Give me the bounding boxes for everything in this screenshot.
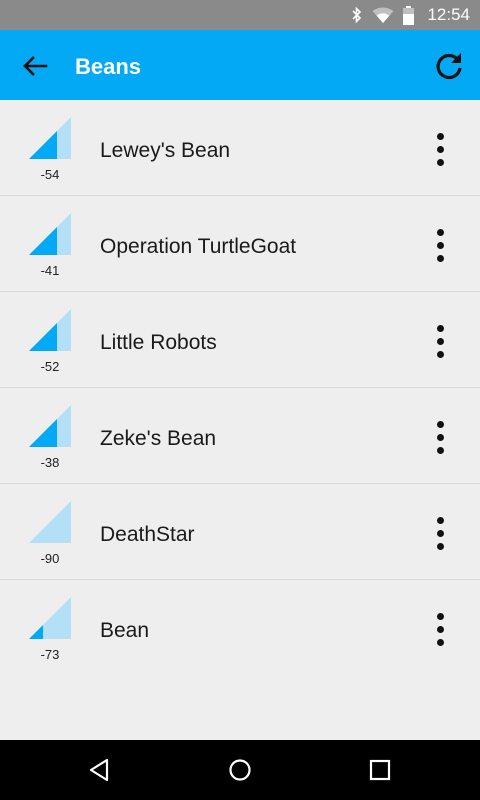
overflow-menu-button[interactable] bbox=[430, 325, 450, 359]
menu-dot-icon bbox=[437, 146, 444, 153]
bean-name: DeathStar bbox=[100, 523, 195, 546]
wifi-icon bbox=[372, 7, 394, 23]
menu-dot-icon bbox=[437, 613, 444, 620]
nav-home-button[interactable] bbox=[225, 755, 255, 785]
menu-dot-icon bbox=[437, 639, 444, 646]
menu-dot-icon bbox=[437, 543, 444, 550]
overflow-menu-button[interactable] bbox=[430, 421, 450, 455]
menu-dot-icon bbox=[437, 447, 444, 454]
nav-recents-button[interactable] bbox=[365, 755, 395, 785]
page-title: Beans bbox=[75, 54, 142, 79]
rssi-value: -41 bbox=[40, 263, 60, 278]
back-button[interactable] bbox=[22, 53, 48, 79]
rssi-value: -38 bbox=[40, 455, 60, 470]
refresh-icon bbox=[436, 53, 462, 80]
clock: 12:54 bbox=[427, 5, 470, 24]
nav-recents-icon bbox=[369, 759, 391, 781]
menu-dot-icon bbox=[437, 626, 444, 633]
menu-dot-icon bbox=[437, 351, 444, 358]
menu-dot-icon bbox=[437, 229, 444, 236]
nav-back-button[interactable] bbox=[85, 755, 115, 785]
menu-dot-icon bbox=[437, 325, 444, 332]
menu-dot-icon bbox=[437, 242, 444, 249]
status-bar: 12:54 bbox=[0, 0, 480, 30]
rssi-value: -52 bbox=[40, 359, 60, 374]
signal-strength-icon bbox=[29, 117, 71, 159]
menu-dot-icon bbox=[437, 159, 444, 166]
menu-dot-icon bbox=[437, 421, 444, 428]
nav-home-icon bbox=[229, 759, 251, 781]
list-item[interactable]: -90 DeathStar bbox=[0, 484, 480, 580]
list-item[interactable]: -54 Lewey's Bean bbox=[0, 100, 480, 196]
list-item[interactable]: -38 Zeke's Bean bbox=[0, 388, 480, 484]
signal-strength-icon bbox=[29, 597, 71, 639]
bean-name: Bean bbox=[100, 619, 150, 642]
navigation-bar bbox=[0, 740, 480, 800]
overflow-menu-button[interactable] bbox=[430, 133, 450, 167]
nav-back-icon bbox=[89, 758, 109, 782]
signal-strength-icon bbox=[29, 405, 71, 447]
bean-name: Zeke's Bean bbox=[100, 427, 217, 450]
menu-dot-icon bbox=[437, 133, 444, 140]
bean-name: Little Robots bbox=[100, 331, 217, 354]
rssi-value: -54 bbox=[40, 167, 60, 182]
menu-dot-icon bbox=[437, 530, 444, 537]
app-bar: Beans bbox=[0, 30, 480, 100]
list-item[interactable]: -73 Bean bbox=[0, 580, 480, 676]
arrow-back-icon bbox=[23, 56, 48, 76]
menu-dot-icon bbox=[437, 434, 444, 441]
battery-icon bbox=[403, 5, 415, 25]
overflow-menu-button[interactable] bbox=[430, 613, 450, 647]
menu-dot-icon bbox=[437, 255, 444, 262]
rssi-value: -73 bbox=[40, 647, 60, 662]
bean-name: Operation TurtleGoat bbox=[100, 235, 297, 258]
menu-dot-icon bbox=[437, 338, 444, 345]
status-icons: 12:54 bbox=[351, 0, 470, 30]
overflow-menu-button[interactable] bbox=[430, 229, 450, 263]
bean-list: -54 Lewey's Bean -41 Operation TurtleGoat -5… bbox=[0, 100, 480, 676]
rssi-value: -90 bbox=[40, 551, 60, 566]
refresh-button[interactable] bbox=[434, 51, 464, 81]
list-item[interactable]: -52 Little Robots bbox=[0, 292, 480, 388]
bluetooth-icon bbox=[352, 6, 362, 24]
signal-strength-icon bbox=[29, 501, 71, 543]
bean-name: Lewey's Bean bbox=[100, 139, 231, 162]
menu-dot-icon bbox=[437, 517, 444, 524]
signal-strength-icon bbox=[29, 213, 71, 255]
overflow-menu-button[interactable] bbox=[430, 517, 450, 551]
signal-strength-icon bbox=[29, 309, 71, 351]
list-item[interactable]: -41 Operation TurtleGoat bbox=[0, 196, 480, 292]
